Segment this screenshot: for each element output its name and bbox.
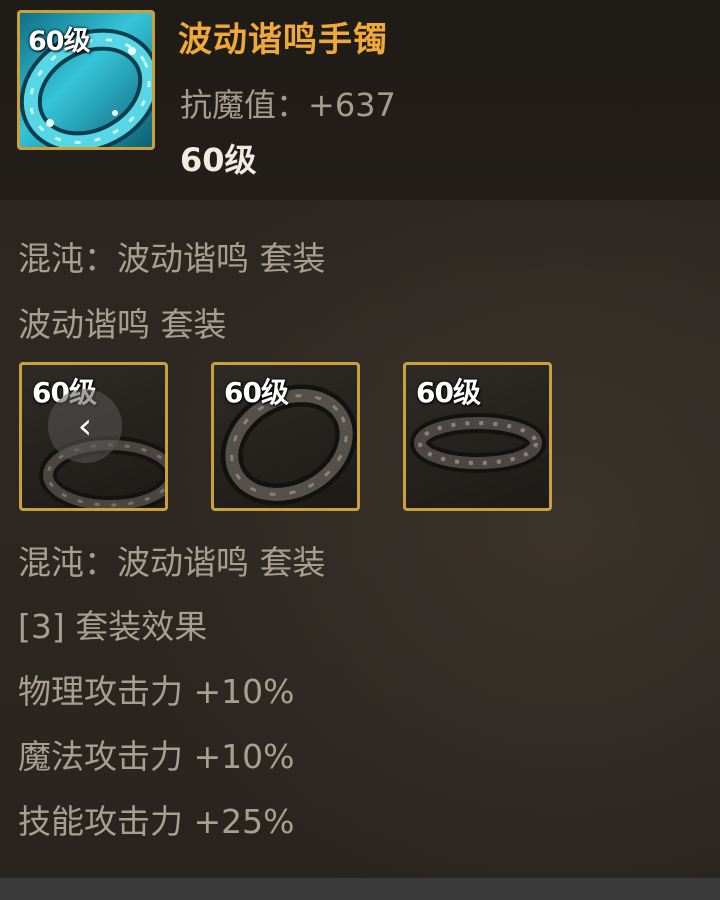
chevron-left-icon: ‹ <box>77 405 93 447</box>
set-piece-level-tag: 60级 <box>416 376 481 409</box>
set-piece-level-tag: 60级 <box>224 376 289 409</box>
back-button[interactable]: ‹ <box>48 389 122 463</box>
set-piece-slot-3[interactable]: 60级 <box>403 362 552 511</box>
set-effect-physical-attack: 物理攻击力 +10% <box>18 672 295 711</box>
set-name-chaos-2: 混沌：波动谐鸣 套装 <box>18 543 326 582</box>
set-effect-skill-attack: 技能攻击力 +25% <box>18 802 295 841</box>
bottom-bar <box>0 878 720 900</box>
set-effect-magic-attack: 魔法攻击力 +10% <box>18 737 295 776</box>
item-level: 60级 <box>180 141 257 179</box>
set-name: 波动谐鸣 套装 <box>18 305 227 344</box>
item-level-tag: 60级 <box>28 26 91 57</box>
set-piece-slot-2[interactable]: 60级 <box>211 362 360 511</box>
magic-resist-stat: 抗魔值：+637 <box>180 86 396 124</box>
item-tooltip-panel: 60级 波动谐鸣手镯 抗魔值：+637 60级 混沌：波动谐鸣 套装 波动谐鸣 … <box>0 0 720 878</box>
set-effect-header: [3] 套装效果 <box>18 607 208 646</box>
item-name: 波动谐鸣手镯 <box>178 20 388 60</box>
set-name-chaos: 混沌：波动谐鸣 套装 <box>18 239 326 278</box>
bracelet-icon[interactable]: 60级 <box>17 10 155 150</box>
